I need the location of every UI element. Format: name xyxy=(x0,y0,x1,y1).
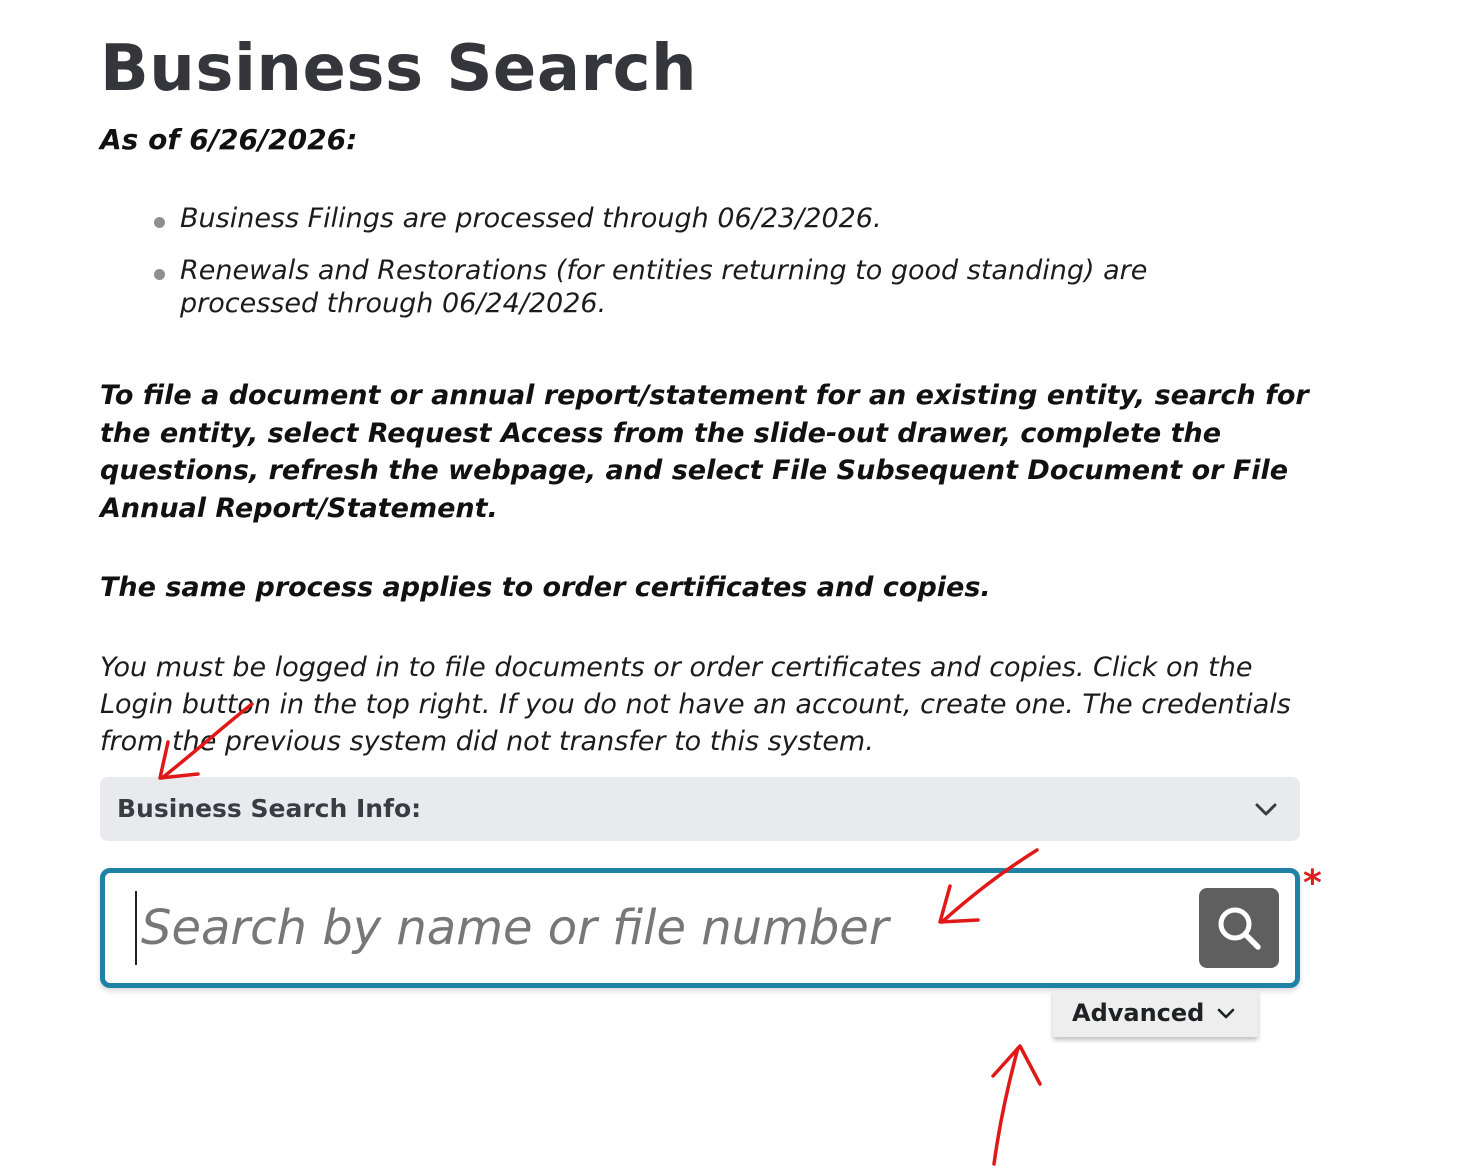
bullet-icon xyxy=(154,269,165,280)
arrow-icon xyxy=(991,1044,1042,1166)
login-note: You must be logged in to file documents … xyxy=(100,652,1291,757)
accordion-label: Business Search Info: xyxy=(117,794,422,823)
business-search-info-accordion[interactable]: Business Search Info: xyxy=(100,777,1300,841)
advanced-search-button[interactable]: Advanced xyxy=(1053,990,1258,1037)
bullet-icon xyxy=(154,217,165,228)
search-button[interactable] xyxy=(1199,888,1279,968)
page-title: Business Search xyxy=(100,32,698,106)
filing-instructions: To file a document or annual report/stat… xyxy=(100,380,1309,524)
chevron-down-icon xyxy=(1217,1008,1235,1019)
as-of-date: As of 6/26/2026: xyxy=(100,123,358,156)
status-item-text: Renewals and Restorations (for entities … xyxy=(180,255,1148,319)
required-indicator: * xyxy=(1303,863,1322,904)
processing-status-list: Business Filings are processed through 0… xyxy=(150,202,1270,339)
advanced-label: Advanced xyxy=(1072,999,1205,1027)
search-icon xyxy=(1218,907,1261,950)
certificates-note: The same process applies to order certif… xyxy=(100,572,991,603)
search-field xyxy=(100,868,1300,988)
list-item: Renewals and Restorations (for entities … xyxy=(150,254,1270,320)
chevron-down-icon xyxy=(1255,803,1277,816)
list-item: Business Filings are processed through 0… xyxy=(150,202,1270,235)
status-item-text: Business Filings are processed through 0… xyxy=(180,203,882,234)
search-input[interactable] xyxy=(135,891,1171,965)
